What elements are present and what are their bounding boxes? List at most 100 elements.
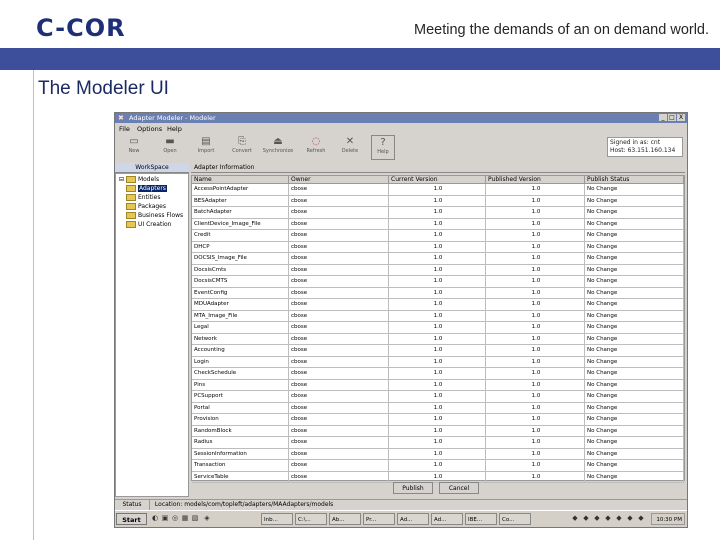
synchronize-button[interactable]: ⏏ Synchronize bbox=[261, 135, 295, 160]
app-icon: ✖ bbox=[118, 114, 124, 122]
cell-current-version: 1.0 bbox=[389, 402, 486, 414]
table-row[interactable]: MTA_Image_File cbose 1.0 1.0 No Change bbox=[192, 310, 684, 322]
quicklaunch-mail-icon[interactable]: ▦ bbox=[181, 514, 189, 523]
taskbar-task-button[interactable]: Co... bbox=[499, 513, 531, 525]
tree-item-ui-creation[interactable]: UI Creation bbox=[126, 221, 171, 228]
cell-name: Login bbox=[192, 356, 289, 368]
menu-options[interactable]: Options bbox=[137, 125, 162, 133]
table-row[interactable]: SessionInformation cbose 1.0 1.0 No Change bbox=[192, 448, 684, 460]
tray-icon[interactable]: ◆ bbox=[604, 514, 612, 523]
tree-item-entities[interactable]: Entities bbox=[126, 194, 160, 201]
tree-item-packages[interactable]: Packages bbox=[126, 203, 166, 210]
open-button[interactable]: ▬ Open bbox=[153, 135, 187, 160]
cell-current-version: 1.0 bbox=[389, 333, 486, 345]
column-header-current-version[interactable]: Current Version bbox=[389, 176, 486, 184]
table-row[interactable]: AccessPointAdapter cbose 1.0 1.0 No Change bbox=[192, 184, 684, 196]
cell-current-version: 1.0 bbox=[389, 322, 486, 334]
taskbar-task-button[interactable]: Ab... bbox=[329, 513, 361, 525]
minimize-button[interactable]: _ bbox=[659, 114, 667, 121]
table-row[interactable]: ClientDevice_Image_File cbose 1.0 1.0 No Cha… bbox=[192, 218, 684, 230]
cell-published-version: 1.0 bbox=[486, 195, 585, 207]
cell-owner: cbose bbox=[289, 414, 389, 426]
refresh-button[interactable]: ◌ Refresh bbox=[299, 135, 333, 160]
cell-publish-status: No Change bbox=[585, 437, 684, 449]
taskbar-task-button[interactable]: IBE... bbox=[465, 513, 497, 525]
folder-icon bbox=[125, 176, 136, 183]
column-header-owner[interactable]: Owner bbox=[289, 176, 389, 184]
start-button[interactable]: Start bbox=[116, 513, 147, 525]
table-row[interactable]: DHCP cbose 1.0 1.0 No Change bbox=[192, 241, 684, 253]
column-header-publish-status[interactable]: Publish Status bbox=[585, 176, 684, 184]
delete-button[interactable]: ✕ Delete bbox=[333, 135, 367, 160]
table-row[interactable]: Pins cbose 1.0 1.0 No Change bbox=[192, 379, 684, 391]
tree-root-models[interactable]: ⊟ Models bbox=[119, 176, 159, 183]
tray-icon[interactable]: ◆ bbox=[615, 514, 623, 523]
help-button[interactable]: ? Help bbox=[371, 135, 395, 160]
cell-published-version: 1.0 bbox=[486, 264, 585, 276]
menu-file[interactable]: File bbox=[119, 125, 130, 133]
taskbar-task-button[interactable]: Pr... bbox=[363, 513, 395, 525]
table-row[interactable]: DocsisCmts cbose 1.0 1.0 No Change bbox=[192, 264, 684, 276]
table-row[interactable]: BatchAdapter cbose 1.0 1.0 No Change bbox=[192, 207, 684, 219]
table-row[interactable]: EventConfig cbose 1.0 1.0 No Change bbox=[192, 287, 684, 299]
table-row[interactable]: CheckSchedule cbose 1.0 1.0 No Change bbox=[192, 368, 684, 380]
table-row[interactable]: ServiceTable cbose 1.0 1.0 No Change bbox=[192, 471, 684, 483]
column-header-name[interactable]: Name bbox=[192, 176, 289, 184]
table-row[interactable]: PCSupport cbose 1.0 1.0 No Change bbox=[192, 391, 684, 403]
publish-button[interactable]: Publish bbox=[393, 482, 433, 494]
tab-status[interactable]: Status bbox=[115, 500, 150, 510]
tree-item-adapters[interactable]: Adapters bbox=[126, 185, 167, 192]
table-row[interactable]: Login cbose 1.0 1.0 No Change bbox=[192, 356, 684, 368]
table-row[interactable]: Provision cbose 1.0 1.0 No Change bbox=[192, 414, 684, 426]
cell-owner: cbose bbox=[289, 471, 389, 483]
cell-owner: cbose bbox=[289, 460, 389, 472]
cell-published-version: 1.0 bbox=[486, 207, 585, 219]
table-row[interactable]: RandomBlock cbose 1.0 1.0 No Change bbox=[192, 425, 684, 437]
table-row[interactable]: Accounting cbose 1.0 1.0 No Change bbox=[192, 345, 684, 357]
table-row[interactable]: Credit cbose 1.0 1.0 No Change bbox=[192, 230, 684, 242]
close-button[interactable]: X bbox=[677, 114, 685, 121]
table-row[interactable]: BESAdapter cbose 1.0 1.0 No Change bbox=[192, 195, 684, 207]
cell-owner: cbose bbox=[289, 368, 389, 380]
table-row[interactable]: Radius cbose 1.0 1.0 No Change bbox=[192, 437, 684, 449]
tree-item-business-flows[interactable]: Business Flows bbox=[126, 212, 183, 219]
tab-workspace[interactable]: WorkSpace bbox=[115, 163, 189, 173]
import-button[interactable]: ▤ Import bbox=[189, 135, 223, 160]
cell-publish-status: No Change bbox=[585, 460, 684, 472]
convert-icon: ⎘ bbox=[238, 136, 246, 147]
tray-icon[interactable]: ◆ bbox=[571, 514, 579, 523]
table-row[interactable]: Network cbose 1.0 1.0 No Change bbox=[192, 333, 684, 345]
window-title: Adapter Modeler - Modeler bbox=[129, 114, 216, 122]
table-row[interactable]: DocsisCMTS cbose 1.0 1.0 No Change bbox=[192, 276, 684, 288]
cell-publish-status: No Change bbox=[585, 322, 684, 334]
quicklaunch-desktop-icon[interactable]: ▣ bbox=[161, 514, 169, 523]
table-row[interactable]: Transaction cbose 1.0 1.0 No Change bbox=[192, 460, 684, 472]
quicklaunch-media-icon[interactable]: ◎ bbox=[171, 514, 179, 523]
table-row[interactable]: Portal cbose 1.0 1.0 No Change bbox=[192, 402, 684, 414]
table-row[interactable]: Legal cbose 1.0 1.0 No Change bbox=[192, 322, 684, 334]
window-titlebar[interactable]: ✖ Adapter Modeler - Modeler _ □ X bbox=[115, 113, 687, 123]
cancel-button[interactable]: Cancel bbox=[439, 482, 479, 494]
tray-icon[interactable]: ◆ bbox=[593, 514, 601, 523]
maximize-button[interactable]: □ bbox=[668, 114, 676, 121]
quicklaunch-app-icon[interactable]: ▧ bbox=[191, 514, 199, 523]
tray-icon[interactable]: ◆ bbox=[582, 514, 590, 523]
signin-info: Signed in as: cnt Host: 63.151.160.134 bbox=[607, 137, 683, 157]
convert-button[interactable]: ⎘ Convert bbox=[225, 135, 259, 160]
taskbar-task-button[interactable]: Ad... bbox=[431, 513, 463, 525]
table-row[interactable]: MDUAdapter cbose 1.0 1.0 No Change bbox=[192, 299, 684, 311]
new-button[interactable]: ▭ New bbox=[117, 135, 151, 160]
cell-published-version: 1.0 bbox=[486, 299, 585, 311]
tray-icon[interactable]: ◆ bbox=[626, 514, 634, 523]
table-row[interactable]: DOCSIS_Image_File cbose 1.0 1.0 No Change bbox=[192, 253, 684, 265]
new-file-icon: ▭ bbox=[129, 136, 139, 147]
taskbar-task-button[interactable]: Inb... bbox=[261, 513, 293, 525]
menu-help[interactable]: Help bbox=[167, 125, 182, 133]
quicklaunch-extra-icon[interactable]: ◈ bbox=[203, 514, 211, 523]
taskbar-task-button[interactable]: C:\... bbox=[295, 513, 327, 525]
quicklaunch-browser-icon[interactable]: ◐ bbox=[151, 514, 159, 523]
tray-icon[interactable]: ◆ bbox=[637, 514, 645, 523]
taskbar-task-button[interactable]: Ad... bbox=[397, 513, 429, 525]
column-header-published-version[interactable]: Published Version bbox=[486, 176, 585, 184]
tab-adapter-information[interactable]: Adapter Information bbox=[191, 163, 685, 173]
